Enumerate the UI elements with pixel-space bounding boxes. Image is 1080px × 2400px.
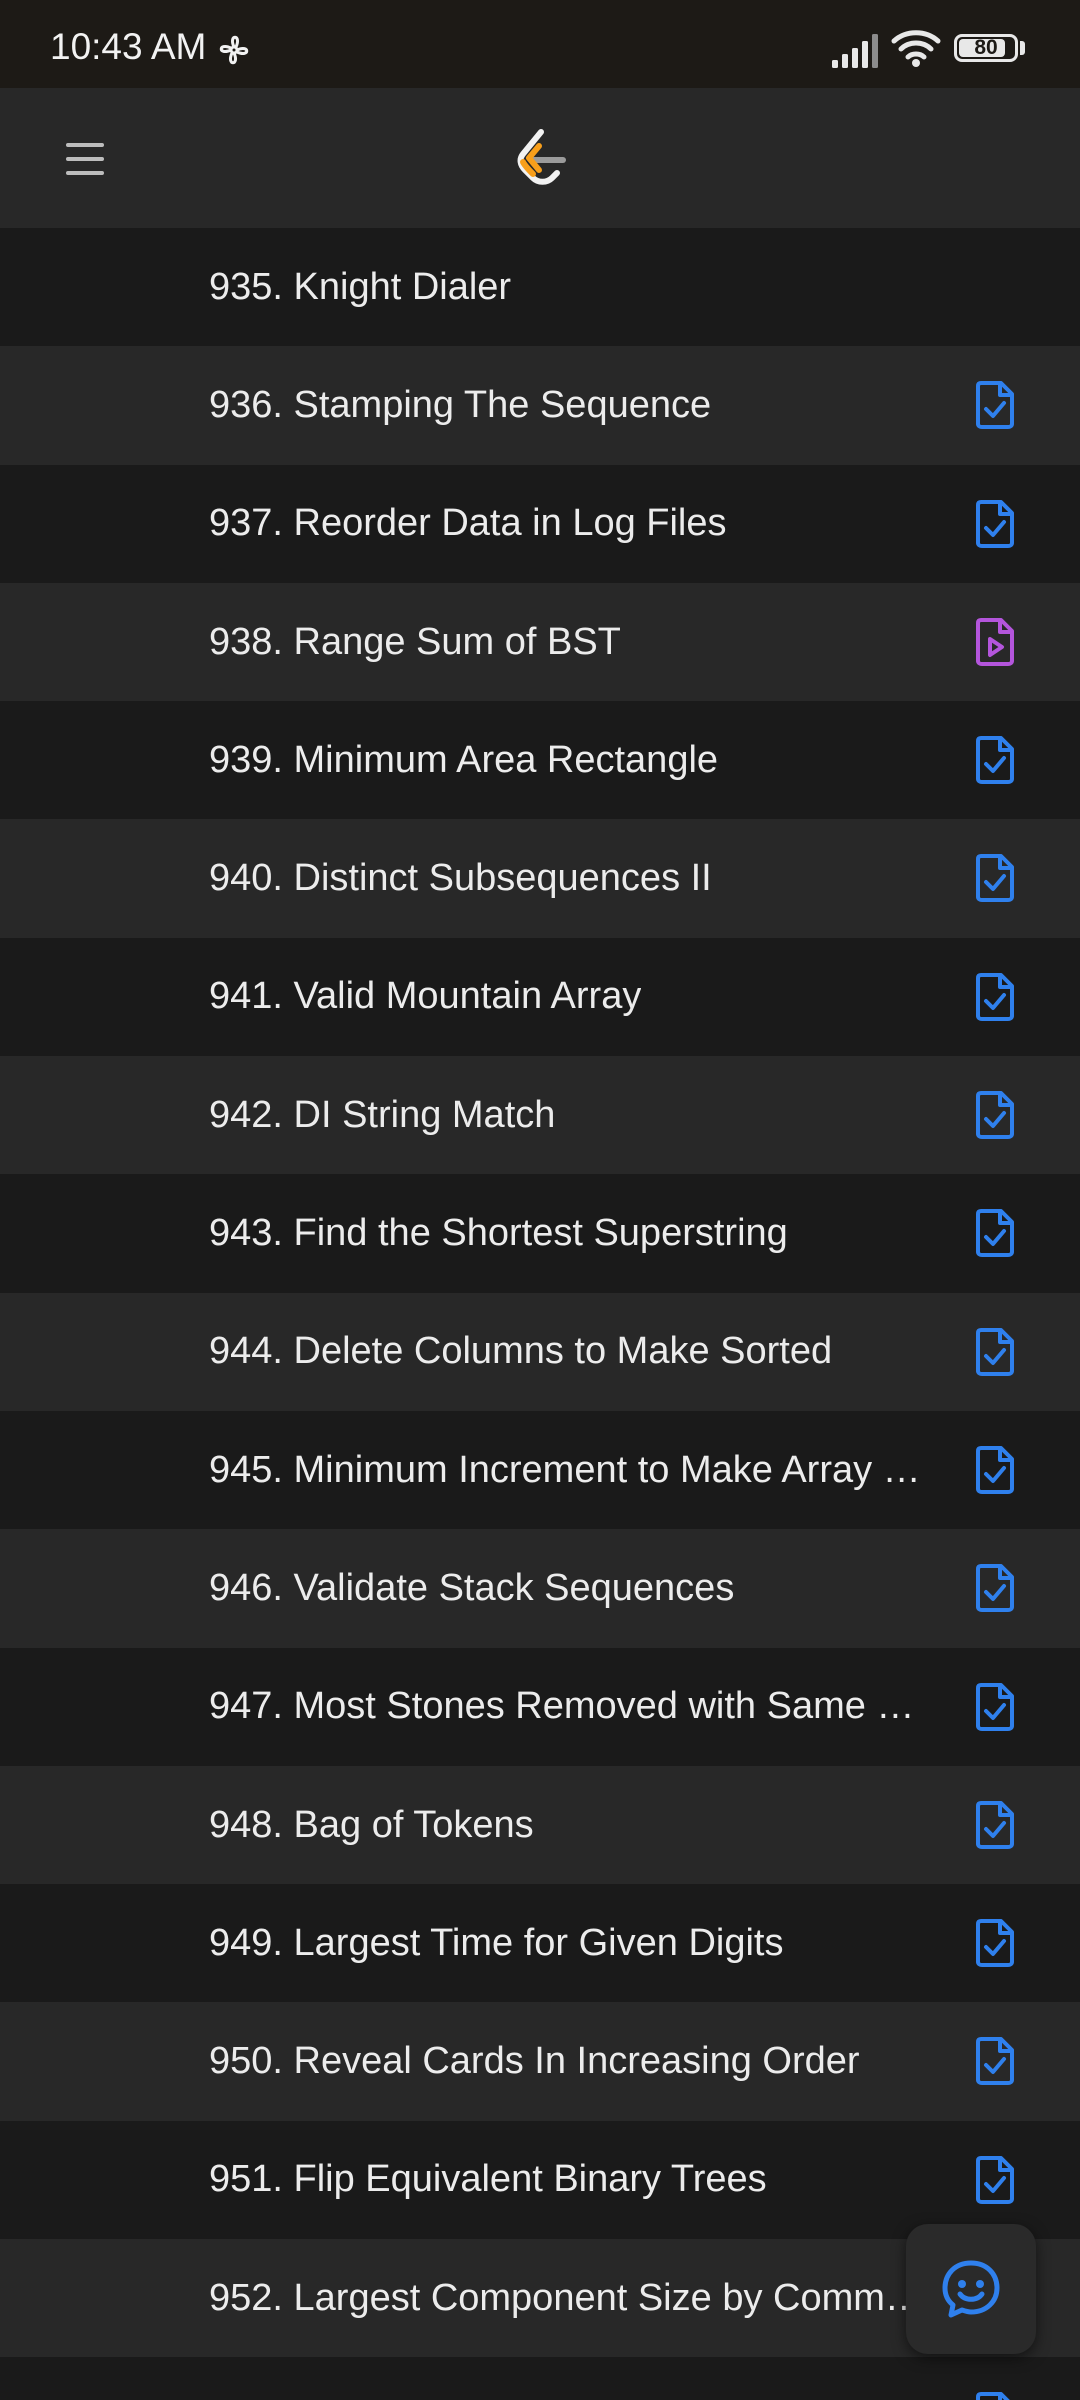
problem-row[interactable]: 945. Minimum Increment to Make Array …: [0, 1410, 1080, 1530]
status-time: 10:43 AM: [50, 26, 207, 67]
solved-file-check-icon: [976, 2037, 1014, 2086]
problem-title: 939. Minimum Area Rectangle: [209, 738, 719, 781]
problem-row[interactable]: 950. Reveal Cards In Increasing Order: [0, 2002, 1080, 2121]
problem-title: 944. Delete Columns to Make Sorted: [209, 1330, 833, 1373]
solved-file-check-icon: [976, 1919, 1014, 1968]
solved-file-check-icon: [976, 499, 1014, 548]
solved-file-check-icon: [976, 2392, 1010, 2400]
solved-file-check-icon: [976, 736, 1014, 785]
solved-file-check-icon: [976, 1445, 1014, 1494]
problem-row[interactable]: 949. Largest Time for Given Digits: [0, 1884, 1080, 2003]
problem-row[interactable]: 936. Stamping The Sequence: [0, 346, 1080, 465]
problem-title: 951. Flip Equivalent Binary Trees: [209, 2158, 767, 2201]
problem-row[interactable]: 943. Find the Shortest Superstring: [0, 1174, 1080, 1293]
problem-title: 943. Find the Shortest Superstring: [209, 1212, 788, 1255]
wifi-icon: [891, 30, 941, 67]
problem-list[interactable]: 935. Knight Dialer 936. Stamping The Sequ…: [0, 228, 1080, 2400]
attempted-file-play-icon: [976, 617, 1014, 666]
battery-icon: 80: [954, 34, 1018, 62]
solved-file-check-icon: [976, 1564, 1014, 1613]
problem-row[interactable]: 940. Distinct Subsequences II: [0, 819, 1080, 938]
battery-tip: [1020, 41, 1025, 55]
problem-title: 935. Knight Dialer: [209, 265, 512, 308]
problem-title: 948. Bag of Tokens: [209, 1803, 534, 1846]
problem-row[interactable]: 953. Verifying an Alien Dictionary: [0, 2357, 1080, 2400]
fan-icon: [219, 35, 249, 65]
problem-row[interactable]: 944. Delete Columns to Make Sorted: [0, 1292, 1080, 1411]
problem-title: 946. Validate Stack Sequences: [209, 1566, 735, 1609]
solved-file-check-icon: [976, 1327, 1014, 1376]
chat-smiley-icon: [942, 2260, 1000, 2318]
problem-title: 942. DI String Match: [209, 1093, 556, 1136]
solved-file-check-icon: [976, 1209, 1014, 1258]
status-bar: 10:43 AM 80: [0, 0, 1080, 88]
problem-title: 938. Range Sum of BST: [209, 620, 621, 663]
problem-row[interactable]: 947. Most Stones Removed with Same …: [0, 1647, 1080, 1766]
problem-row[interactable]: 935. Knight Dialer: [0, 228, 1080, 347]
problem-title: 937. Reorder Data in Log Files: [209, 502, 727, 545]
problem-row[interactable]: 948. Bag of Tokens: [0, 1765, 1080, 1885]
solved-file-check-icon: [976, 1682, 1014, 1731]
problem-title: 949. Largest Time for Given Digits: [209, 1921, 784, 1964]
problem-title: 940. Distinct Subsequences II: [209, 857, 712, 900]
problem-row[interactable]: 946. Validate Stack Sequences: [0, 1529, 1080, 1648]
hamburger-menu-icon[interactable]: [44, 126, 126, 192]
problem-title: 953. Verifying an Alien Dictionary: [209, 2357, 765, 2400]
problem-title: 945. Minimum Increment to Make Array …: [209, 1448, 921, 1491]
battery-level: 80: [974, 36, 998, 59]
solved-file-check-icon: [976, 381, 1014, 430]
problem-row[interactable]: 939. Minimum Area Rectangle: [0, 701, 1080, 820]
chat-button[interactable]: [906, 2224, 1036, 2354]
solved-file-check-icon: [976, 972, 1014, 1021]
problem-title: 950. Reveal Cards In Increasing Order: [209, 2040, 860, 2083]
solved-file-check-icon: [976, 1091, 1014, 1140]
problem-row[interactable]: 942. DI String Match: [0, 1056, 1080, 1175]
app-header: [0, 88, 1080, 228]
problem-row[interactable]: 938. Range Sum of BST: [0, 582, 1080, 702]
problem-row[interactable]: 941. Valid Mountain Array: [0, 937, 1080, 1057]
problem-title: 952. Largest Component Size by Comm…: [209, 2276, 923, 2319]
signal-icon: [832, 34, 878, 68]
leetcode-logo-icon[interactable]: [513, 128, 573, 188]
solved-file-check-icon: [976, 1800, 1014, 1849]
problem-title: 941. Valid Mountain Array: [209, 975, 642, 1018]
problem-title: 947. Most Stones Removed with Same …: [209, 1685, 915, 1728]
problem-title: 936. Stamping The Sequence: [209, 383, 712, 426]
solved-file-check-icon: [976, 2155, 1014, 2204]
solved-file-check-icon: [976, 854, 1014, 903]
problem-row[interactable]: 937. Reorder Data in Log Files: [0, 464, 1080, 583]
problem-row[interactable]: 951. Flip Equivalent Binary Trees: [0, 2120, 1080, 2240]
